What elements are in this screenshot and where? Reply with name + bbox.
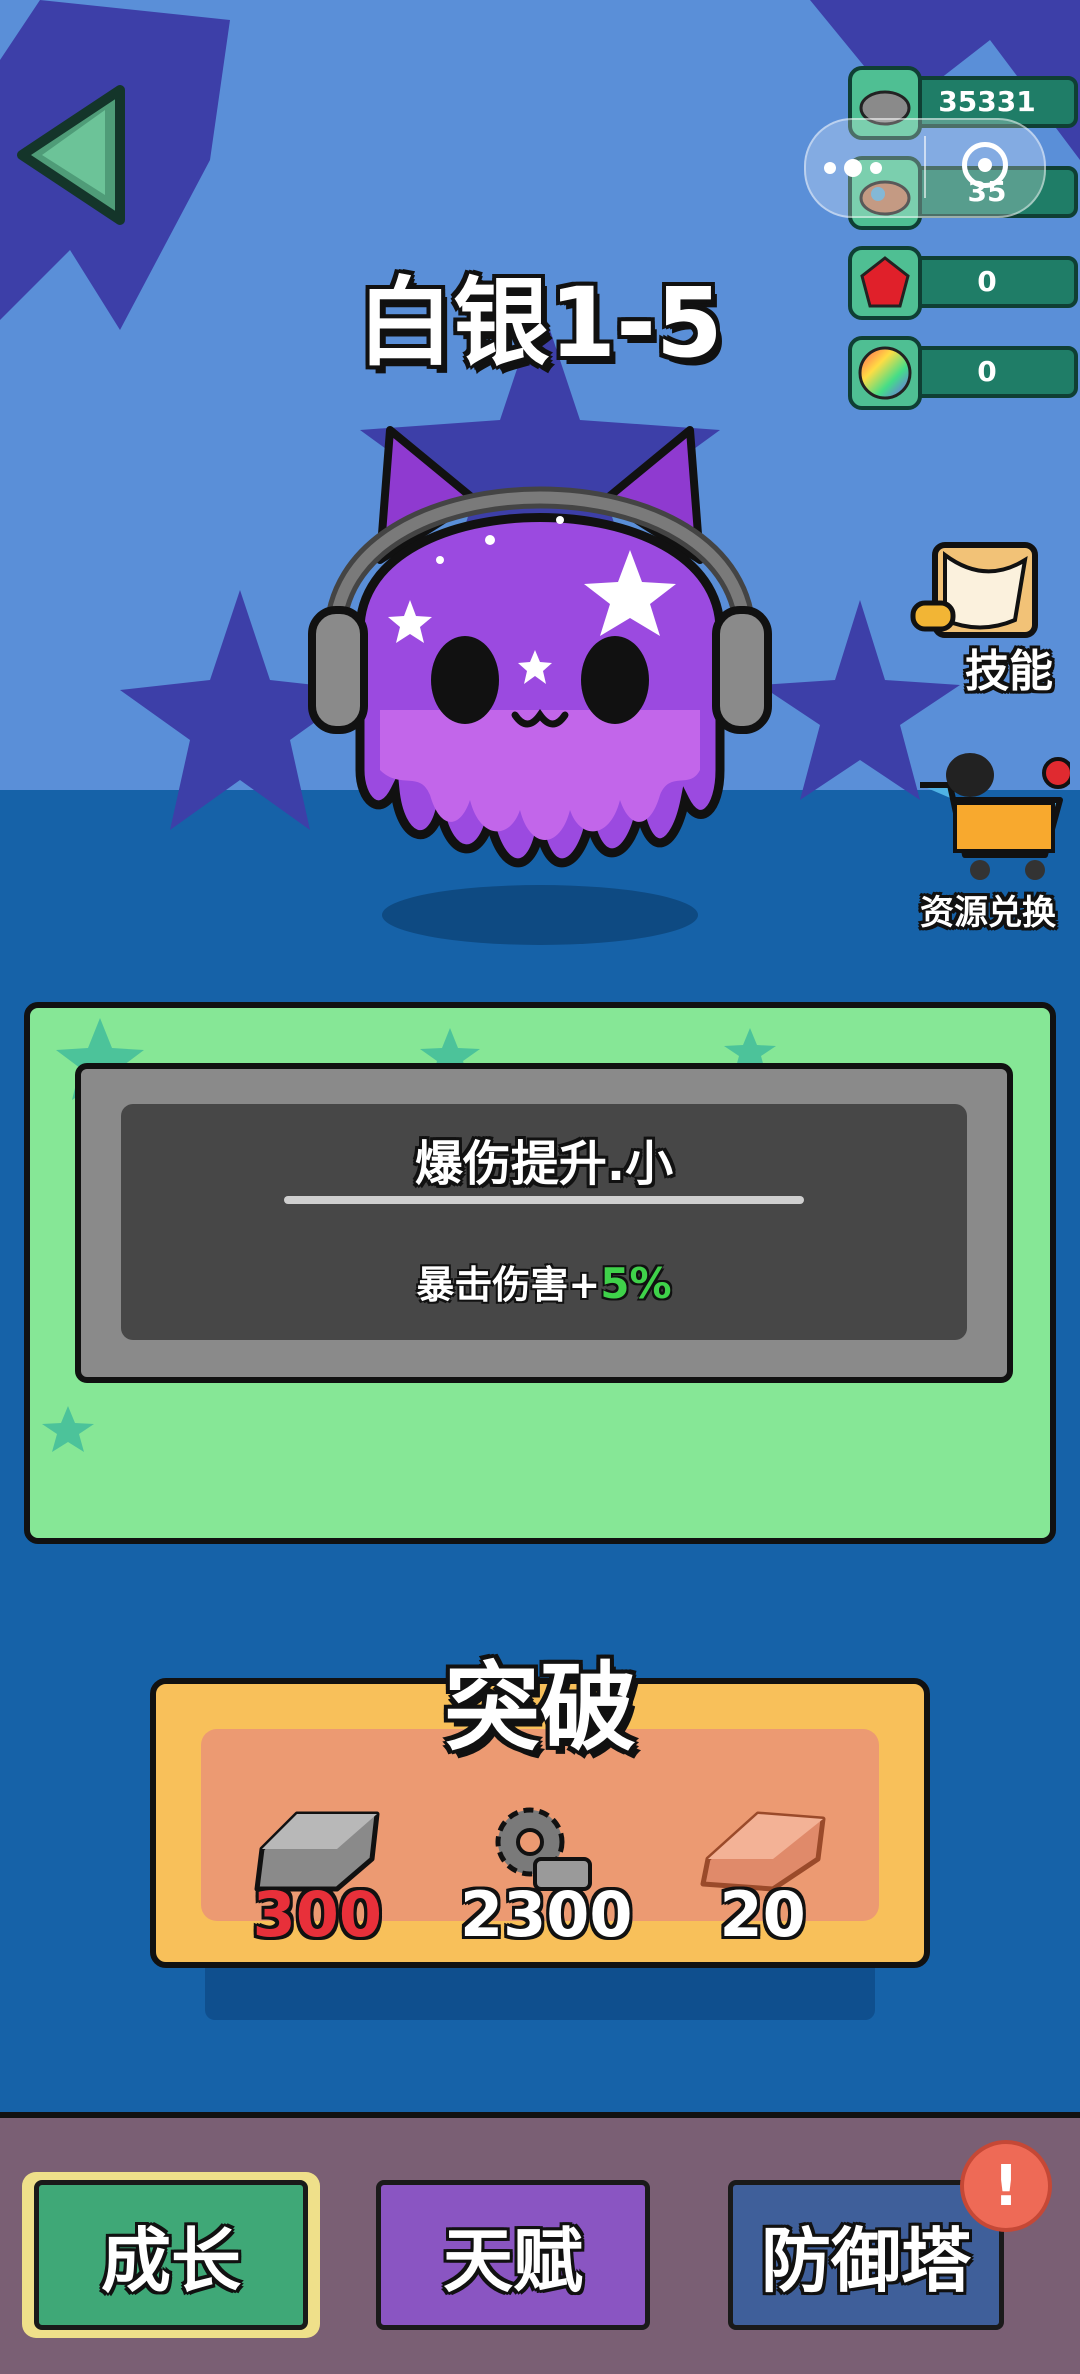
scroll-icon [910, 542, 1038, 638]
shopping-cart-icon [920, 753, 1074, 880]
tab-growth[interactable]: 成长 [34, 2180, 308, 2330]
miniprogram-capsule [804, 118, 1046, 218]
skill-card-effect: 暴击伤害+5% [121, 1254, 967, 1309]
effect-value: 5% [600, 1259, 672, 1308]
close-miniprogram-icon[interactable] [962, 142, 1008, 188]
cost-silver-ingot: 300 [237, 1804, 397, 1951]
resource-exchange-button[interactable]: 资源兑换 [900, 745, 1080, 935]
effect-label: 暴击伤害+ [416, 1263, 601, 1307]
skill-card-panel: 爆伤提升.小 暴击伤害+5% [24, 1002, 1056, 1544]
skills-label: 技能 [965, 646, 1053, 697]
tab-talent[interactable]: 天赋 [376, 2180, 650, 2330]
level-title: 白银1-5 [357, 267, 723, 379]
resource-exchange-label: 资源兑换 [920, 893, 1056, 933]
skills-button[interactable]: 技能 [905, 515, 1065, 715]
cost-copper-ingot: 20 [683, 1804, 843, 1951]
skill-card: 爆伤提升.小 暴击伤害+5% [75, 1063, 1013, 1383]
more-menu-icon[interactable] [824, 150, 894, 186]
cost-gear-value: 2300 [459, 1878, 633, 1951]
breakthrough-title: 突破 [444, 1652, 636, 1764]
cost-gear-parts: 2300 [459, 1804, 633, 1951]
notification-badge[interactable]: ! [960, 2140, 1052, 2232]
back-button[interactable] [10, 80, 130, 230]
cost-silver-value: 300 [252, 1878, 383, 1951]
purple-slime-cat-character [308, 426, 772, 945]
skill-card-title: 爆伤提升.小 [414, 1136, 674, 1192]
divider [284, 1196, 804, 1204]
